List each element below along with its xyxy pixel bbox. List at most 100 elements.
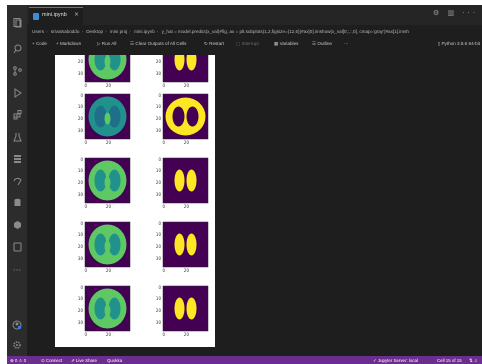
x-tick-label: 20: [184, 268, 190, 273]
y-tick-label: 10: [156, 296, 162, 301]
scan-mediastinum: [104, 112, 111, 125]
notebook-toolbar: + Code + Markdown ▷ Run All ☰ Clear Outp…: [32, 40, 482, 50]
y-tick-label: 10: [156, 168, 162, 173]
breadcrumb-item-user[interactable]: srivatsaboddu: [51, 29, 80, 34]
y-tick-label: 20: [78, 308, 84, 313]
add-markdown-button[interactable]: + Markdown: [56, 41, 81, 46]
jupyter-server-status[interactable]: ✓ Jupyter Server: local: [373, 358, 418, 364]
jupyter-icon[interactable]: [7, 151, 27, 167]
variables-button[interactable]: ▦ Variables: [274, 41, 298, 47]
kernel-picker[interactable]: ▯ Python 3.8.5 64-bit: [438, 41, 480, 47]
tab-close-icon[interactable]: ×: [74, 11, 79, 18]
y-tick-label: 10: [156, 104, 162, 109]
x-tick-label: 0: [162, 140, 165, 145]
mask-right-lung: [186, 297, 197, 320]
scan-mediastinum: [104, 240, 111, 253]
tab-label: mini.ipynb: [42, 12, 67, 18]
mask-left-lung: [174, 169, 185, 192]
account-icon[interactable]: [7, 317, 27, 333]
scan-mediastinum: [104, 55, 111, 68]
x-tick-label: 20: [106, 140, 112, 145]
x-tick-label: 0: [162, 332, 165, 337]
more-actions-button[interactable]: ···: [344, 41, 349, 46]
editor-actions[interactable]: ⚙ ▥ ···: [433, 9, 478, 17]
restart-button[interactable]: ↻ Restart: [204, 41, 224, 47]
connect-button[interactable]: ⊙ Connect: [41, 358, 62, 364]
mask-body: [165, 97, 206, 136]
y-tick-label: 0: [158, 157, 161, 162]
output-figures: 0 10 20 30 0 20 0 10 20 30 0 20 0 10 20 30 0 20 0 10 20 30 0 20…: [78, 55, 209, 337]
outline-button[interactable]: ☰ Outline: [312, 41, 332, 47]
interrupt-button[interactable]: ▢ Interrupt: [236, 41, 259, 47]
run-debug-icon[interactable]: [7, 85, 27, 101]
testing-icon[interactable]: [7, 129, 27, 145]
y-tick-label: 20: [156, 116, 162, 121]
x-tick-label: 0: [84, 332, 87, 337]
more-views-icon[interactable]: ···: [7, 263, 27, 279]
x-tick-label: 0: [84, 140, 87, 145]
y-tick-label: 30: [78, 192, 84, 197]
y-tick-label: 20: [156, 59, 162, 64]
y-tick-label: 0: [80, 285, 83, 290]
breadcrumb-separator: ›: [129, 29, 131, 34]
mask-background: [163, 222, 208, 267]
x-tick-label: 20: [106, 204, 112, 209]
live-share-button[interactable]: ⇗ Live Share: [71, 358, 97, 364]
mask-background: [163, 158, 208, 203]
breadcrumb-item-file[interactable]: mini.ipynb: [134, 29, 155, 34]
notebook-editor[interactable]: 0 10 20 30 0 20 0 10 20 30 0 20 0 10 20 30 0 20 0 10 20 30 0 20…: [27, 55, 482, 356]
activity-bar: ···: [7, 5, 27, 356]
database-icon[interactable]: [7, 195, 27, 211]
y-tick-label: 20: [78, 244, 84, 249]
y-tick-label: 30: [78, 71, 84, 76]
scan-mediastinum: [104, 176, 111, 189]
quokka-button[interactable]: Quokka: [107, 358, 122, 363]
y-tick-label: 0: [158, 93, 161, 98]
clear-outputs-button[interactable]: ☰ Clear Outputs of All Cells: [130, 41, 186, 47]
y-tick-label: 30: [156, 320, 162, 325]
breadcrumb-item-cell[interactable]: y_hat = model.predict(x_val)#fig, ax = p…: [162, 29, 409, 34]
y-tick-label: 20: [156, 244, 162, 249]
x-tick-label: 20: [184, 83, 190, 88]
y-tick-label: 30: [156, 192, 162, 197]
kernel-label: Python 3.8.5 64-bit: [441, 41, 480, 46]
extensions-icon[interactable]: [7, 107, 27, 123]
vscode-window: ··· mini.ipynb × ⚙ ▥ ··· Users › srivatsa…: [7, 5, 482, 364]
x-tick-label: 0: [162, 204, 165, 209]
source-control-icon[interactable]: [7, 63, 27, 79]
y-tick-label: 10: [78, 104, 84, 109]
explorer-icon[interactable]: [7, 15, 27, 31]
mask-right-lung: [186, 169, 197, 192]
breadcrumb-separator: ›: [105, 29, 107, 34]
x-tick-label: 0: [162, 83, 165, 88]
live-share-icon[interactable]: [7, 239, 27, 255]
y-tick-label: 20: [78, 116, 84, 121]
status-bar: ⊗ 0 ⚠ 0 ⊙ Connect ⇗ Live Share Quokka ✓ …: [7, 356, 482, 364]
mask-left-hole: [172, 106, 185, 127]
x-tick-label: 0: [84, 83, 87, 88]
tab-mini-ipynb[interactable]: mini.ipynb ×: [29, 7, 83, 25]
cell-position[interactable]: Cell 15 of 15: [437, 358, 462, 363]
y-tick-label: 20: [78, 59, 84, 64]
y-tick-label: 20: [156, 308, 162, 313]
scan-mediastinum: [104, 304, 111, 317]
y-tick-label: 10: [78, 232, 84, 237]
settings-gear-icon[interactable]: [7, 337, 27, 353]
breadcrumb-item-users[interactable]: Users: [32, 29, 44, 34]
x-tick-label: 0: [84, 268, 87, 273]
y-tick-label: 30: [156, 256, 162, 261]
problems-indicator[interactable]: ⊗ 0 ⚠ 0: [10, 358, 26, 364]
notebook-file-icon: [33, 13, 39, 20]
notifications-icon[interactable]: ⇅ ♫: [469, 358, 477, 364]
docker-icon[interactable]: [7, 217, 27, 233]
search-icon[interactable]: [7, 41, 27, 57]
add-code-button[interactable]: + Code: [32, 41, 47, 46]
y-tick-label: 30: [78, 128, 84, 133]
y-tick-label: 10: [78, 168, 84, 173]
remote-explorer-icon[interactable]: [7, 173, 27, 189]
run-all-button[interactable]: ▷ Run All: [97, 41, 116, 47]
breadcrumb: Users › srivatsaboddu › Desktop › mini proj…: [32, 29, 411, 34]
breadcrumb-item-folder[interactable]: mini proj: [110, 29, 127, 34]
mask-right-hole: [186, 106, 199, 127]
breadcrumb-item-desktop[interactable]: Desktop: [86, 29, 103, 34]
